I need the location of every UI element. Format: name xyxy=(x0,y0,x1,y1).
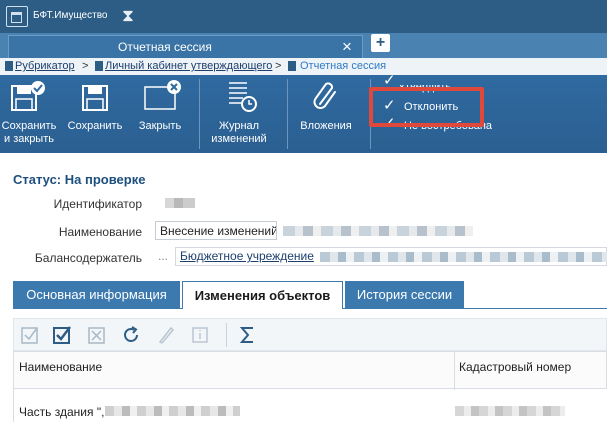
breadcrumb-current: Отчетная сессия xyxy=(300,60,387,72)
change-journal-label: Журнал изменений xyxy=(211,120,267,145)
reject-highlight-frame xyxy=(369,87,484,127)
table-row[interactable]: Часть здания ", xyxy=(13,389,607,422)
attachments-button[interactable]: Вложения xyxy=(294,75,358,153)
close-tab-icon[interactable]: × xyxy=(342,36,352,57)
breadcrumb-separator: > xyxy=(275,60,282,72)
document-icon xyxy=(288,61,296,71)
building-logo-icon xyxy=(6,6,28,27)
save-and-close-button[interactable]: Сохранить и закрыть xyxy=(0,75,58,153)
tab-session-history[interactable]: История сессии xyxy=(345,281,464,309)
toolbar: Сохранить и закрыть Сохранить Закрыть Жу… xyxy=(0,75,607,153)
edit-pencil-icon[interactable] xyxy=(156,325,176,345)
add-tab-button[interactable]: + xyxy=(371,34,390,52)
breadcrumb: Рубрикатор > Личный кабинет утверждающег… xyxy=(0,58,607,75)
column-header-cadastral[interactable]: Кадастровый номер xyxy=(454,352,607,390)
grid-toolbar-divider xyxy=(226,323,227,347)
save-icon xyxy=(82,85,108,111)
grid-toolbar xyxy=(13,318,607,351)
refresh-icon[interactable] xyxy=(121,325,141,345)
balance-holder-label: Балансодержатель xyxy=(34,251,142,265)
tab-main-info[interactable]: Основная информация xyxy=(13,281,180,309)
save-button[interactable]: Сохранить xyxy=(64,75,126,153)
document-icon xyxy=(5,61,13,71)
attachments-label: Вложения xyxy=(300,120,352,132)
save-check-icon xyxy=(11,81,45,111)
tab-strip: Отчетная сессия × xyxy=(0,33,607,58)
tab-report-session[interactable]: Отчетная сессия × xyxy=(8,35,363,58)
document-icon xyxy=(95,61,103,71)
paperclip-icon xyxy=(313,82,336,109)
breadcrumb-separator: > xyxy=(82,60,89,72)
toolbar-divider xyxy=(199,79,200,149)
check-all-icon[interactable] xyxy=(52,325,72,345)
balance-holder-value-continued xyxy=(320,252,607,262)
breadcrumb-rubricator[interactable]: Рубрикатор xyxy=(15,60,75,72)
hourglass-icon[interactable]: ⧗ xyxy=(122,6,134,26)
sum-icon[interactable] xyxy=(238,325,258,345)
name-label: Наименование xyxy=(58,225,142,239)
balance-holder-link[interactable]: Бюджетное учреждение xyxy=(180,249,314,263)
holder-select-dots[interactable]: ... xyxy=(158,249,168,263)
app-name: БФТ.Имущество xyxy=(33,10,108,21)
tab-object-changes[interactable]: Изменения объектов xyxy=(182,281,343,309)
checkbox-icon[interactable] xyxy=(20,325,40,345)
tab-title: Отчетная сессия xyxy=(118,40,212,54)
identifier-value xyxy=(165,198,195,208)
change-journal-button[interactable]: Журнал изменений xyxy=(208,75,270,153)
row-name-value xyxy=(105,406,240,416)
breadcrumb-cabinet[interactable]: Личный кабинет утверждающего xyxy=(105,60,272,72)
app-header: БФТ.Имущество ⧗ xyxy=(0,0,607,33)
save-label: Сохранить xyxy=(67,120,123,132)
close-window-icon xyxy=(144,80,181,110)
toolbar-divider xyxy=(287,79,288,149)
column-header-name[interactable]: Наименование xyxy=(14,352,454,390)
close-button[interactable]: Закрыть xyxy=(130,75,190,153)
sub-tabs: Основная информация Изменения объектов И… xyxy=(13,281,607,309)
save-and-close-label: Сохранить и закрыть xyxy=(1,120,57,145)
journal-icon xyxy=(229,82,257,112)
name-field[interactable]: Внесение изменений xyxy=(155,221,277,240)
close-label: Закрыть xyxy=(138,120,182,132)
identifier-label: Идентификатор xyxy=(53,197,142,211)
info-icon[interactable] xyxy=(190,325,210,345)
status-text: Статус: На проверке xyxy=(13,172,146,187)
row-cadastral-value xyxy=(455,406,565,416)
grid-header: Наименование Кадастровый номер xyxy=(13,351,607,390)
uncheck-icon[interactable] xyxy=(87,325,107,345)
row-name-cell: Часть здания ", xyxy=(19,405,105,419)
name-value-continued xyxy=(283,226,473,236)
